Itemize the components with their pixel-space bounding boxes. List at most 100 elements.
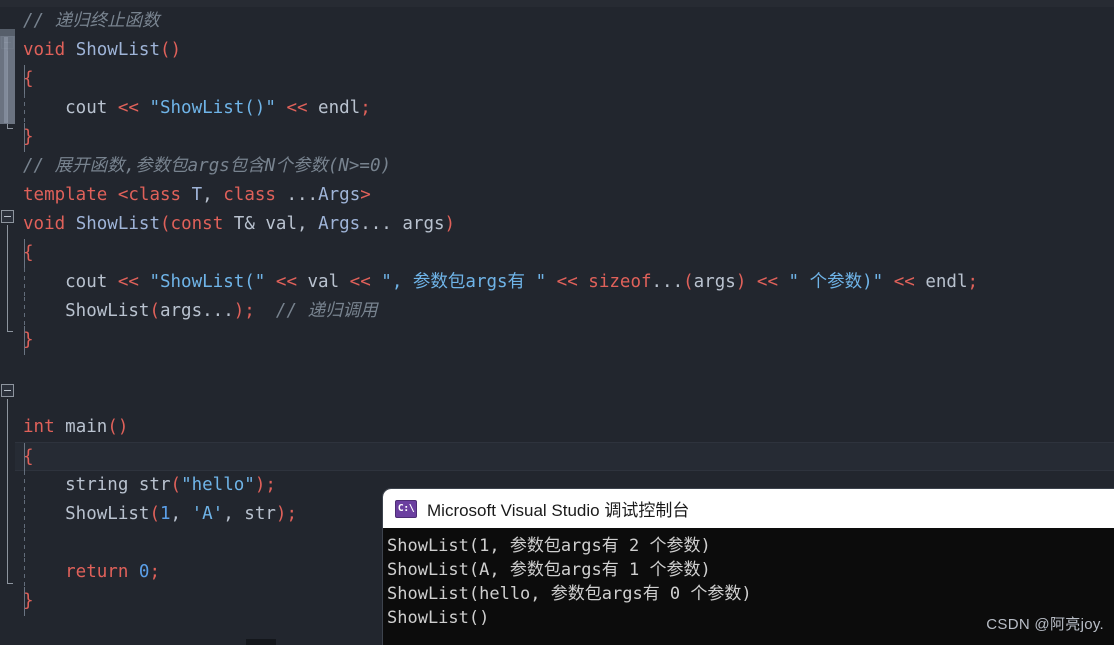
code-token: > (360, 185, 371, 205)
code-token: class (223, 185, 276, 205)
indent-guide (24, 94, 25, 123)
indent-guide (24, 471, 25, 500)
code-token: const (170, 214, 224, 234)
console-output-line: ShowList(hello, 参数包args有 0 个参数) (387, 584, 752, 604)
code-line[interactable]: template <class T, class ...Args> (15, 181, 1114, 210)
command-prompt-icon: C:\ (395, 499, 417, 518)
code-token: ... (275, 185, 319, 205)
indent-guide (24, 297, 25, 326)
horizontal-scrollbar-thumb[interactable] (246, 639, 276, 645)
code-token: Args (318, 185, 361, 205)
block-guide (24, 443, 25, 472)
block-guide (24, 123, 25, 152)
code-token: << (275, 272, 297, 292)
code-token: < (117, 185, 129, 205)
code-token: val (296, 272, 350, 292)
code-token: ( (149, 504, 160, 524)
vertical-scrollbar-thumb[interactable] (0, 29, 15, 124)
block-guide (24, 587, 25, 616)
code-line[interactable] (15, 355, 1114, 384)
code-token: 'A' (191, 504, 224, 524)
code-token: string str (23, 475, 171, 495)
code-token: << (893, 272, 915, 292)
scrollbar-sheen (4, 37, 8, 123)
code-line[interactable]: cout << "ShowList()" << endl; (15, 94, 1114, 123)
code-line[interactable]: { (15, 442, 1114, 472)
code-line[interactable]: void ShowList(const T& val, Args... args… (15, 210, 1114, 239)
code-line[interactable]: { (15, 239, 1114, 268)
code-token: << (117, 98, 139, 118)
code-line[interactable]: } (15, 123, 1114, 152)
code-token: int (23, 417, 55, 437)
code-token: return (23, 562, 129, 582)
code-token: endl (914, 272, 968, 292)
code-token: 0 (138, 562, 150, 582)
fold-bracket-showlist-variadic (7, 225, 13, 332)
code-token: "ShowList(" (149, 272, 266, 292)
code-token: ( (170, 475, 182, 495)
code-token: ( (683, 272, 694, 292)
scrollbar-cap (0, 29, 15, 36)
code-token: ; (244, 301, 255, 321)
editor-top-band (0, 0, 1114, 7)
code-token: , (170, 504, 192, 524)
console-title-bar[interactable]: C:\ Microsoft Visual Studio 调试控制台 (383, 489, 1114, 528)
code-token: ( (160, 214, 171, 234)
code-line[interactable]: int main() (15, 413, 1114, 442)
code-token: class (128, 185, 182, 205)
code-token: << (756, 272, 778, 292)
code-line[interactable]: { (15, 65, 1114, 94)
block-guide (24, 239, 25, 268)
code-token: << (117, 272, 139, 292)
editor-gutter[interactable] (0, 7, 15, 645)
block-guide (24, 326, 25, 355)
indent-guide (24, 529, 25, 558)
code-token: ( (149, 301, 160, 321)
indent-guide (24, 500, 25, 529)
code-token: ShowList (75, 214, 160, 234)
fold-bracket-main (7, 399, 13, 584)
code-line[interactable] (15, 384, 1114, 413)
code-token: args... (159, 301, 234, 321)
code-line[interactable]: } (15, 326, 1114, 355)
code-token: ) (275, 504, 287, 524)
indent-guide (24, 268, 25, 297)
code-token: ) (444, 214, 456, 234)
code-token: cout (23, 98, 118, 118)
csdn-watermark: CSDN @阿亮joy. (986, 616, 1104, 633)
code-token: void (23, 40, 66, 60)
code-token: ) (233, 301, 245, 321)
code-line[interactable]: void ShowList() (15, 36, 1114, 65)
fold-toggle-showlist-variadic[interactable] (1, 210, 14, 223)
fold-toggle-main[interactable] (1, 384, 14, 397)
code-token: ; (265, 475, 276, 495)
code-token: template (23, 185, 108, 205)
code-line[interactable]: cout << "ShowList(" << val << ", 参数包args… (15, 268, 1114, 297)
code-token: ... args (360, 214, 445, 234)
code-line[interactable]: // 递归终止函数 (15, 7, 1114, 36)
code-line[interactable]: ShowList(args...); // 递归调用 (15, 297, 1114, 326)
code-token: ; (967, 272, 979, 292)
code-token: ) (254, 475, 266, 495)
code-token: ) (735, 272, 747, 292)
code-token: // 展开函数,参数包args包含N个参数(N>=0) (23, 156, 392, 176)
console-output-line: ShowList(1, 参数包args有 2 个参数) (387, 536, 711, 556)
block-guide (24, 65, 25, 94)
code-token: " 个参数)" (788, 272, 884, 292)
code-line[interactable]: // 展开函数,参数包args包含N个参数(N>=0) (15, 152, 1114, 181)
code-token: main (65, 417, 108, 437)
code-token: T& val (233, 214, 297, 234)
code-token: ; (149, 562, 160, 582)
